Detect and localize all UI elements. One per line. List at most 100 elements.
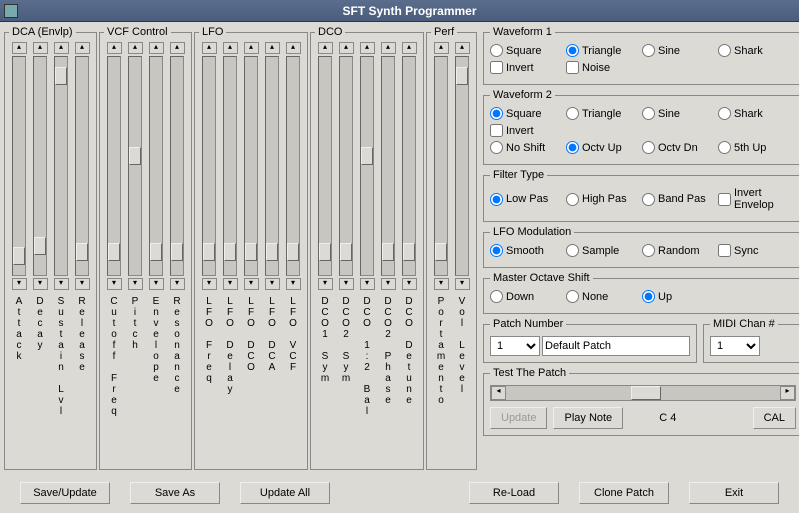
slider-track[interactable] <box>265 56 279 276</box>
lfomod-sample[interactable]: Sample <box>566 244 640 257</box>
arrow-down-icon[interactable]: ▾ <box>402 278 417 290</box>
scroll-left-icon[interactable]: ◂ <box>491 386 506 400</box>
patch-name-input[interactable] <box>542 336 690 356</box>
arrow-up-icon[interactable]: ▴ <box>381 42 396 54</box>
arrow-up-icon[interactable]: ▴ <box>33 42 48 54</box>
slider-thumb[interactable] <box>319 243 331 261</box>
radio-input[interactable] <box>490 107 503 120</box>
arrow-down-icon[interactable]: ▾ <box>33 278 48 290</box>
arrow-down-icon[interactable]: ▾ <box>170 278 185 290</box>
arrow-down-icon[interactable]: ▾ <box>381 278 396 290</box>
filter-low-pas[interactable]: Low Pas <box>490 187 564 211</box>
slider-thumb[interactable] <box>34 237 46 255</box>
slider-thumb[interactable] <box>203 243 215 261</box>
slider-track[interactable] <box>434 56 448 276</box>
filter-high-pas[interactable]: High Pas <box>566 187 640 211</box>
arrow-down-icon[interactable]: ▾ <box>75 278 90 290</box>
arrow-down-icon[interactable]: ▾ <box>107 278 122 290</box>
arrow-up-icon[interactable]: ▴ <box>223 42 238 54</box>
slider-track[interactable] <box>339 56 353 276</box>
wave1-sine[interactable]: Sine <box>642 44 716 57</box>
lfomod-smooth[interactable]: Smooth <box>490 244 564 257</box>
save-update-button[interactable]: Save/Update <box>20 482 110 504</box>
slider-thumb[interactable] <box>171 243 183 261</box>
wave1-invert[interactable]: Invert <box>490 61 564 74</box>
arrow-up-icon[interactable]: ▴ <box>107 42 122 54</box>
radio-input[interactable] <box>566 244 579 257</box>
slider-track[interactable] <box>381 56 395 276</box>
wave2-shark[interactable]: Shark <box>718 107 792 120</box>
checkbox-input[interactable] <box>718 193 731 206</box>
slider-track[interactable] <box>128 56 142 276</box>
checkbox-input[interactable] <box>490 124 503 137</box>
wave2shift-no-shift[interactable]: No Shift <box>490 141 564 154</box>
radio-input[interactable] <box>718 141 731 154</box>
slider-thumb[interactable] <box>245 243 257 261</box>
arrow-up-icon[interactable]: ▴ <box>339 42 354 54</box>
arrow-down-icon[interactable]: ▾ <box>455 278 470 290</box>
midi-chan-select[interactable]: 1 <box>710 336 760 356</box>
play-note-button[interactable]: Play Note <box>553 407 623 429</box>
lfomod-sync[interactable]: Sync <box>718 244 792 257</box>
arrow-down-icon[interactable]: ▾ <box>360 278 375 290</box>
clone-patch-button[interactable]: Clone Patch <box>579 482 669 504</box>
arrow-up-icon[interactable]: ▴ <box>455 42 470 54</box>
radio-input[interactable] <box>566 141 579 154</box>
scroll-thumb[interactable] <box>631 386 661 400</box>
wave2-square[interactable]: Square <box>490 107 564 120</box>
update-all-button[interactable]: Update All <box>240 482 330 504</box>
slider-thumb[interactable] <box>55 67 67 85</box>
lfomod-random[interactable]: Random <box>642 244 716 257</box>
radio-input[interactable] <box>490 290 503 303</box>
slider-track[interactable] <box>455 56 469 276</box>
wave2shift-octv-up[interactable]: Octv Up <box>566 141 640 154</box>
scroll-right-icon[interactable]: ▸ <box>780 386 795 400</box>
slider-thumb[interactable] <box>403 243 415 261</box>
reload-button[interactable]: Re-Load <box>469 482 559 504</box>
slider-track[interactable] <box>360 56 374 276</box>
arrow-up-icon[interactable]: ▴ <box>75 42 90 54</box>
radio-input[interactable] <box>718 107 731 120</box>
test-slider[interactable]: ◂ ▸ <box>490 385 796 401</box>
radio-input[interactable] <box>642 141 655 154</box>
slider-track[interactable] <box>402 56 416 276</box>
slider-track[interactable] <box>12 56 26 276</box>
wave2shift-5th-up[interactable]: 5th Up <box>718 141 792 154</box>
wave1-shark[interactable]: Shark <box>718 44 792 57</box>
slider-thumb[interactable] <box>435 243 447 261</box>
arrow-up-icon[interactable]: ▴ <box>149 42 164 54</box>
slider-thumb[interactable] <box>287 243 299 261</box>
arrow-up-icon[interactable]: ▴ <box>128 42 143 54</box>
octave-down[interactable]: Down <box>490 290 564 303</box>
wave2shift-octv-dn[interactable]: Octv Dn <box>642 141 716 154</box>
slider-thumb[interactable] <box>266 243 278 261</box>
wave2-sine[interactable]: Sine <box>642 107 716 120</box>
radio-input[interactable] <box>642 290 655 303</box>
radio-input[interactable] <box>566 290 579 303</box>
wave1-square[interactable]: Square <box>490 44 564 57</box>
arrow-down-icon[interactable]: ▾ <box>244 278 259 290</box>
radio-input[interactable] <box>490 244 503 257</box>
slider-track[interactable] <box>318 56 332 276</box>
radio-input[interactable] <box>642 244 655 257</box>
radio-input[interactable] <box>642 193 655 206</box>
slider-thumb[interactable] <box>129 147 141 165</box>
slider-track[interactable] <box>244 56 258 276</box>
slider-track[interactable] <box>107 56 121 276</box>
arrow-up-icon[interactable]: ▴ <box>434 42 449 54</box>
arrow-up-icon[interactable]: ▴ <box>286 42 301 54</box>
slider-thumb[interactable] <box>108 243 120 261</box>
arrow-down-icon[interactable]: ▾ <box>223 278 238 290</box>
slider-thumb[interactable] <box>150 243 162 261</box>
patch-number-select[interactable]: 1 <box>490 336 540 356</box>
arrow-down-icon[interactable]: ▾ <box>318 278 333 290</box>
slider-track[interactable] <box>170 56 184 276</box>
arrow-down-icon[interactable]: ▾ <box>149 278 164 290</box>
update-button[interactable]: Update <box>490 407 547 429</box>
radio-input[interactable] <box>566 107 579 120</box>
radio-input[interactable] <box>490 193 503 206</box>
slider-track[interactable] <box>149 56 163 276</box>
arrow-down-icon[interactable]: ▾ <box>12 278 27 290</box>
wave1-noise[interactable]: Noise <box>566 61 640 74</box>
slider-track[interactable] <box>33 56 47 276</box>
